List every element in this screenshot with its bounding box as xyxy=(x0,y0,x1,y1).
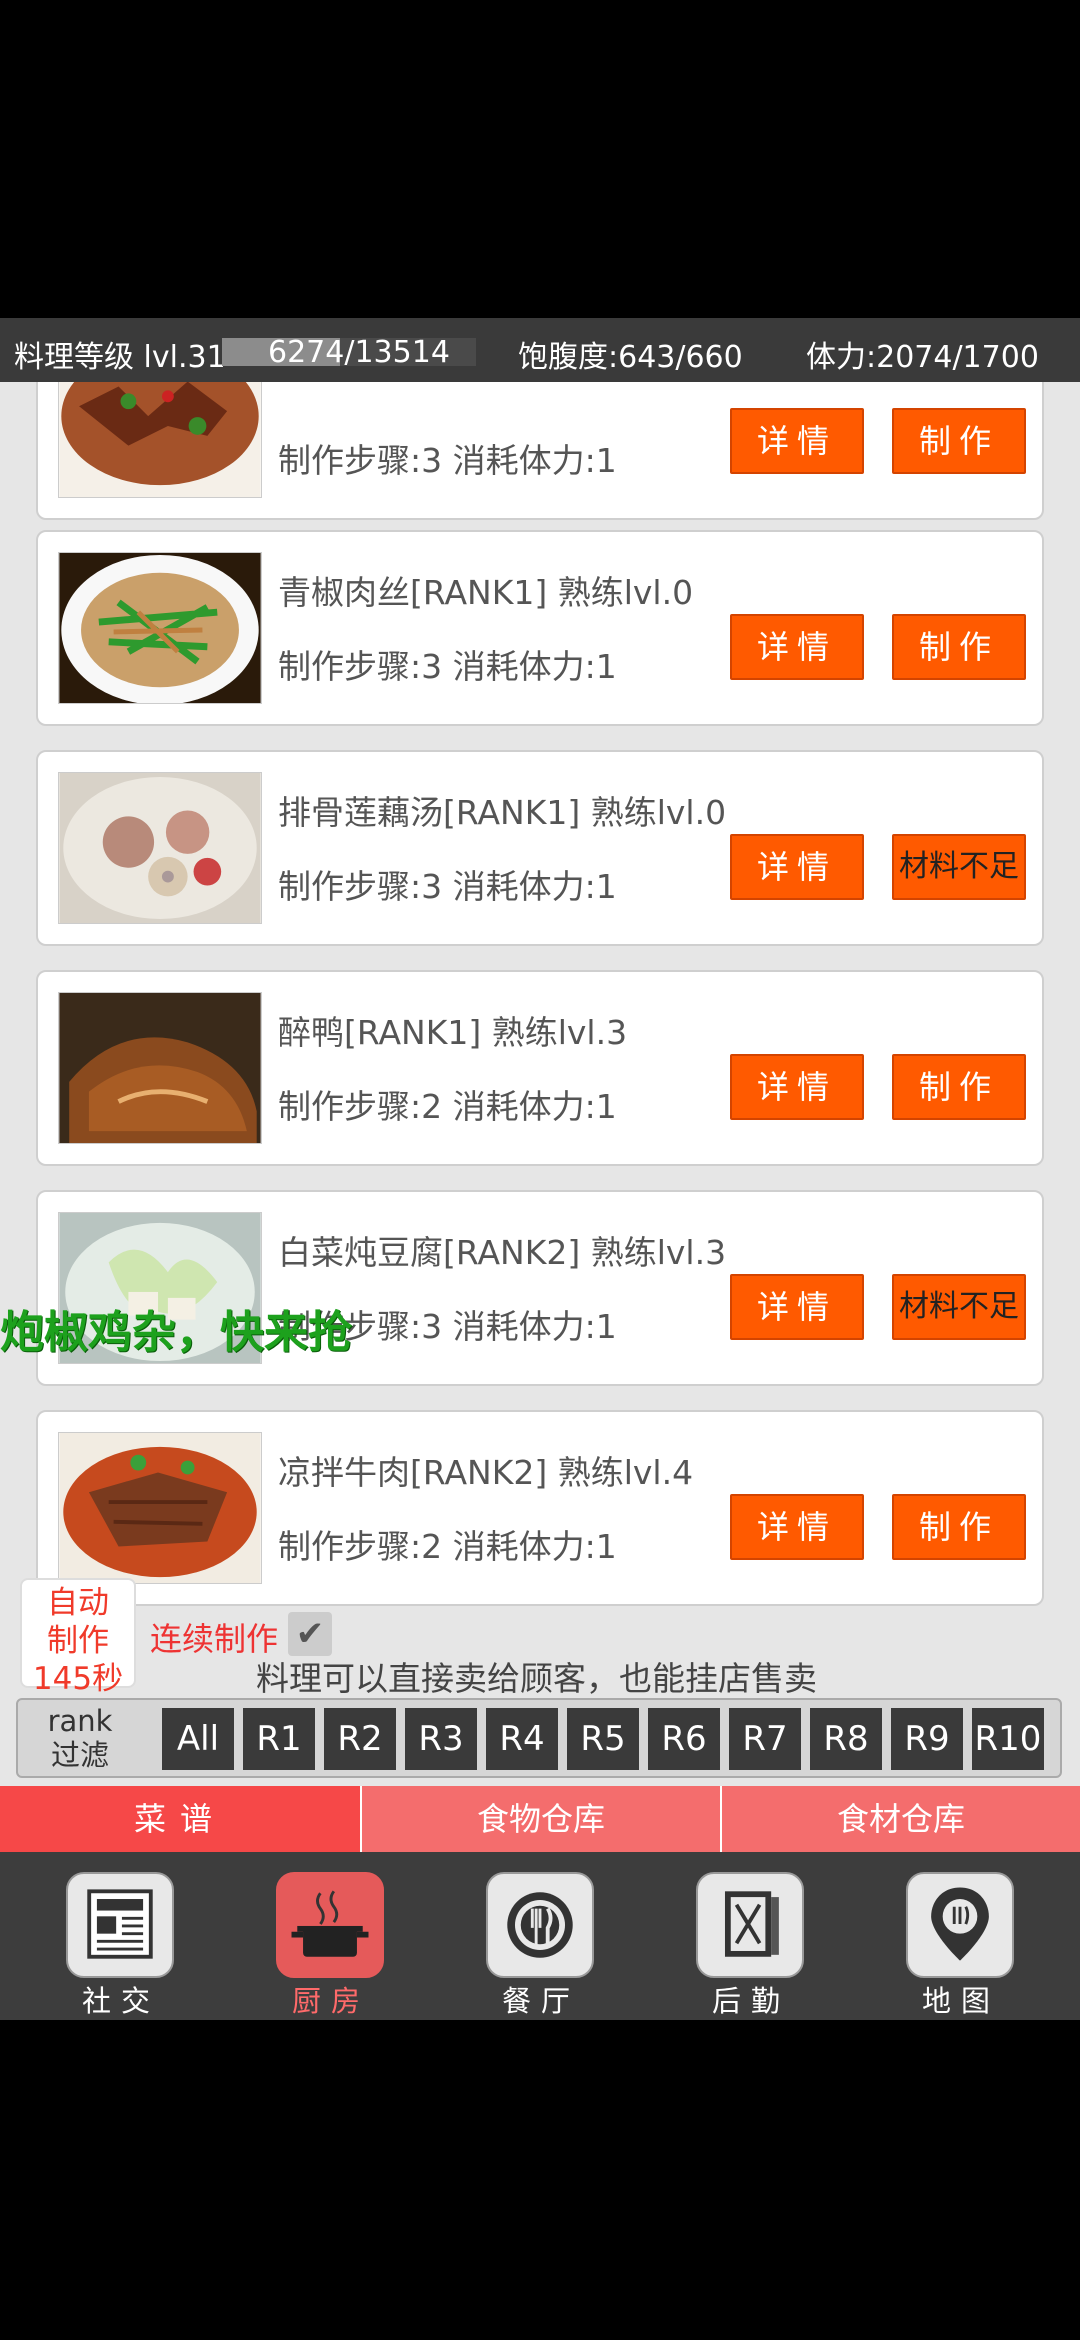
filter-r2-button[interactable]: R2 xyxy=(324,1708,396,1770)
recipe-card[interactable]: 凉拌牛肉[RANK2] 熟练lvl.4 制作步骤:2 消耗体力:1 详情 制作 xyxy=(36,1410,1044,1606)
filter-r10-button[interactable]: R10 xyxy=(972,1708,1044,1770)
make-button[interactable]: 制作 xyxy=(892,1494,1026,1560)
recipe-thumbnail xyxy=(58,382,262,498)
plate-fork-icon xyxy=(486,1872,594,1978)
filter-r8-button[interactable]: R8 xyxy=(810,1708,882,1770)
recipe-info: 制作步骤:3 消耗体力:1 xyxy=(278,441,617,480)
detail-button[interactable]: 详情 xyxy=(730,834,864,900)
auto-make-button[interactable]: 自动 制作 145秒 xyxy=(20,1578,136,1697)
recipe-thumbnail xyxy=(58,1432,262,1584)
rank-filter-label: rank 过滤 xyxy=(47,1704,113,1772)
auto-make-timer: 145秒 xyxy=(32,1661,124,1697)
filter-r7-button[interactable]: R7 xyxy=(729,1708,801,1770)
satiety-value: 饱腹度:643/660 xyxy=(518,340,743,375)
make-button[interactable]: 制作 xyxy=(892,408,1026,474)
auto-make-line: 自动 xyxy=(47,1585,109,1621)
xp-progress-bar: 6274/13514 xyxy=(222,335,476,370)
filter-r6-button[interactable]: R6 xyxy=(648,1708,720,1770)
nav-label: 后勤 xyxy=(711,1984,790,2018)
recipe-title: 排骨莲藕汤[RANK1] 熟练lvl.0 xyxy=(278,793,727,832)
recipe-title: 青椒肉丝[RANK1] 熟练lvl.0 xyxy=(278,573,694,612)
detail-button[interactable]: 详情 xyxy=(730,1494,864,1560)
newspaper-icon xyxy=(66,1872,174,1978)
detail-button[interactable]: 详情 xyxy=(730,1274,864,1340)
make-button[interactable]: 制作 xyxy=(892,1054,1026,1120)
tab-food-storage[interactable]: 食物仓库 xyxy=(360,1786,720,1852)
check-icon: ✔ xyxy=(295,1614,325,1654)
nav-label: 餐厅 xyxy=(501,1984,580,2018)
map-pin-icon xyxy=(906,1872,1014,1978)
recipe-info: 制作步骤:3 消耗体力:1 xyxy=(278,867,617,906)
recipe-title: 白菜炖豆腐[RANK2] 熟练lvl.3 xyxy=(278,1233,727,1272)
promo-ticker: 炮椒鸡杂，快来抢 xyxy=(0,1307,352,1358)
stamina-value: 体力:2074/1700 xyxy=(806,340,1039,375)
pot-icon xyxy=(276,1872,384,1978)
make-button[interactable]: 制作 xyxy=(892,614,1026,680)
filter-r3-button[interactable]: R3 xyxy=(405,1708,477,1770)
recipe-thumbnail xyxy=(58,992,262,1144)
cooking-level: 料理等级 lvl.31 xyxy=(14,340,226,375)
nav-label: 社交 xyxy=(81,1984,160,2018)
tab-ingredient-storage[interactable]: 食材仓库 xyxy=(720,1786,1080,1852)
rank-filter-bar: rank 过滤 All R1 R2 R3 R4 R5 R6 R7 R8 R9 R… xyxy=(16,1698,1062,1778)
player-status-bar: 料理等级 lvl.31 6274/13514 饱腹度:643/660 体力:20… xyxy=(0,318,1080,382)
hint-text: 料理可以直接卖给顾客，也能挂店售卖 xyxy=(256,1659,817,1698)
detail-button[interactable]: 详情 xyxy=(730,1054,864,1120)
recipe-card[interactable]: 青椒肉丝[RANK1] 熟练lvl.0 制作步骤:3 消耗体力:1 详情 制作 xyxy=(36,530,1044,726)
nav-map[interactable]: 地图 xyxy=(906,1872,1016,2018)
xp-text: 6274/13514 xyxy=(268,335,450,370)
nav-label: 厨房 xyxy=(291,1984,370,2018)
recipe-card[interactable]: 制作步骤:3 消耗体力:1 详情 制作 xyxy=(36,382,1044,520)
nav-label: 地图 xyxy=(921,1984,1000,2018)
nav-kitchen[interactable]: 厨房 xyxy=(276,1872,386,2018)
filter-r1-button[interactable]: R1 xyxy=(243,1708,315,1770)
auto-make-line: 制作 xyxy=(47,1623,109,1659)
menu-book-icon xyxy=(696,1872,804,1978)
filter-all-button[interactable]: All xyxy=(162,1708,234,1770)
detail-button[interactable]: 详情 xyxy=(730,408,864,474)
tab-recipes[interactable]: 菜谱 xyxy=(0,1786,360,1852)
continuous-make-checkbox[interactable]: ✔ xyxy=(288,1612,332,1656)
bottom-navigation: 社交 厨房 餐厅 后勤 地图 xyxy=(0,1852,1080,2020)
recipe-thumbnail xyxy=(58,772,262,924)
filter-r4-button[interactable]: R4 xyxy=(486,1708,558,1770)
recipe-card[interactable]: 排骨莲藕汤[RANK1] 熟练lvl.0 制作步骤:3 消耗体力:1 详情 材料… xyxy=(36,750,1044,946)
recipe-title: 凉拌牛肉[RANK2] 熟练lvl.4 xyxy=(278,1453,694,1492)
filter-r9-button[interactable]: R9 xyxy=(891,1708,963,1770)
recipe-title: 醉鸭[RANK1] 熟练lvl.3 xyxy=(278,1013,628,1052)
recipe-card[interactable]: 醉鸭[RANK1] 熟练lvl.3 制作步骤:2 消耗体力:1 详情 制作 xyxy=(36,970,1044,1166)
nav-social[interactable]: 社交 xyxy=(66,1872,176,2018)
nav-restaurant[interactable]: 餐厅 xyxy=(486,1872,596,2018)
insufficient-materials-button[interactable]: 材料不足 xyxy=(892,834,1026,900)
filter-r5-button[interactable]: R5 xyxy=(567,1708,639,1770)
detail-button[interactable]: 详情 xyxy=(730,614,864,680)
nav-logistics[interactable]: 后勤 xyxy=(696,1872,806,2018)
recipe-info: 制作步骤:2 消耗体力:1 xyxy=(278,1527,617,1566)
recipe-info: 制作步骤:3 消耗体力:1 xyxy=(278,647,617,686)
recipe-list[interactable]: 制作步骤:3 消耗体力:1 详情 制作 青椒肉丝[RANK1] 熟练lvl.0 … xyxy=(0,382,1080,1786)
insufficient-materials-button[interactable]: 材料不足 xyxy=(892,1274,1026,1340)
recipe-thumbnail xyxy=(58,552,262,704)
kitchen-tabs: 菜谱 食物仓库 食材仓库 xyxy=(0,1786,1080,1852)
recipe-info: 制作步骤:2 消耗体力:1 xyxy=(278,1087,617,1126)
app-screen: 料理等级 lvl.31 6274/13514 饱腹度:643/660 体力:20… xyxy=(0,0,1080,2340)
